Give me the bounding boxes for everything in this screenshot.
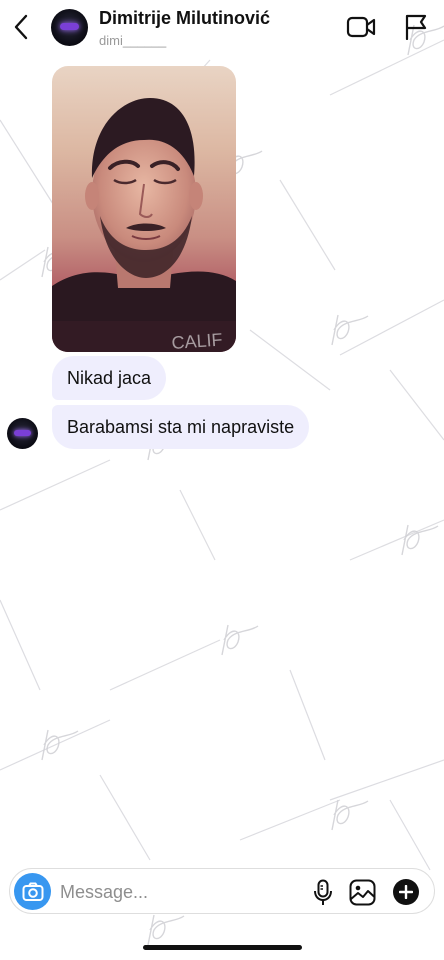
flag-icon — [405, 14, 427, 41]
message-composer — [9, 868, 435, 914]
header-avatar[interactable] — [51, 9, 88, 46]
video-call-button[interactable] — [346, 15, 376, 39]
chevron-left-icon — [14, 14, 28, 40]
microphone-icon — [314, 879, 332, 905]
back-button[interactable] — [8, 12, 34, 42]
photo-content: CALIF — [52, 98, 236, 352]
message-bubble[interactable]: Barabamsi sta mi napraviste — [52, 405, 310, 449]
contact-name[interactable]: Dimitrije Milutinović — [99, 8, 270, 29]
voice-message-button[interactable] — [313, 879, 333, 906]
video-camera-icon — [346, 16, 376, 38]
image-icon — [349, 879, 376, 906]
message-bubble[interactable]: Nikad jaca — [52, 356, 167, 400]
camera-icon — [22, 882, 43, 901]
chat-header: Dimitrije Milutinović dimi______ — [0, 0, 444, 56]
sender-avatar[interactable] — [7, 418, 38, 449]
svg-text:CALIF: CALIF — [171, 329, 223, 352]
contact-username: dimi______ — [99, 33, 167, 48]
home-indicator[interactable] — [143, 945, 302, 950]
plus-icon — [399, 885, 413, 899]
gallery-button[interactable] — [349, 879, 376, 906]
camera-button[interactable] — [14, 873, 51, 910]
photo-message[interactable]: CALIF — [52, 66, 236, 352]
report-button[interactable] — [404, 14, 428, 41]
message-input[interactable] — [60, 875, 300, 909]
more-options-button[interactable] — [393, 879, 419, 905]
